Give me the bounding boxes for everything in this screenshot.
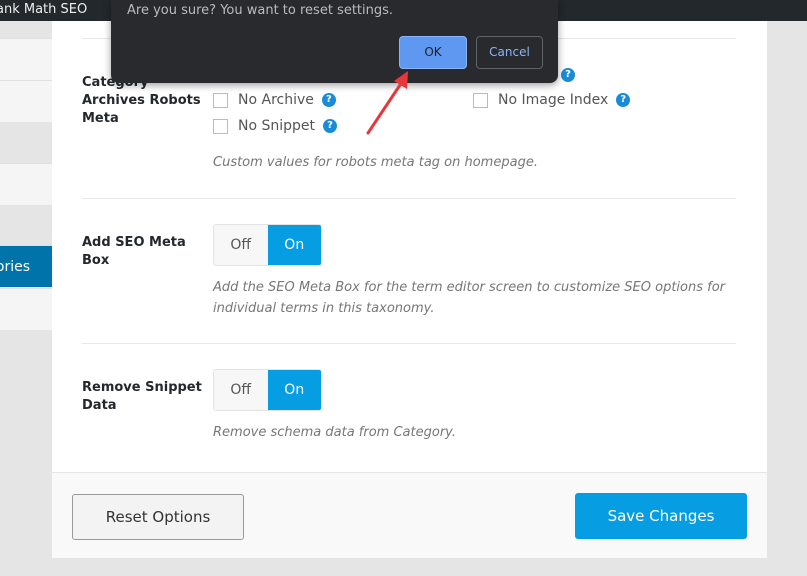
dialog-message: Are you sure? You want to reset settings… — [127, 3, 394, 18]
help-icon[interactable]: ? — [323, 119, 338, 133]
sidebar-item-categories[interactable]: ories — [0, 245, 52, 287]
cancel-button[interactable]: Cancel — [476, 36, 543, 69]
sidebar-item[interactable] — [0, 38, 52, 80]
toggle-on[interactable]: On — [267, 225, 321, 265]
toggle-on[interactable]: On — [267, 370, 321, 410]
snippet-label: Remove Snippet Data — [82, 380, 202, 413]
toggle-off[interactable]: Off — [214, 370, 268, 410]
toggle-off[interactable]: Off — [214, 225, 268, 265]
snippet-description: Remove schema data from Category. — [213, 425, 456, 440]
settings-sidebar: ories — [0, 21, 52, 576]
help-icon[interactable]: ? — [616, 93, 631, 107]
site-title[interactable]: ank Math SEO — [0, 0, 87, 20]
divider — [82, 198, 736, 199]
no-archive-checkbox[interactable]: No Archive? — [213, 92, 336, 108]
save-changes-button[interactable]: Save Changes — [575, 493, 747, 539]
meta-box-toggle[interactable]: Off On — [213, 224, 322, 266]
robots-description: Custom values for robots meta tag on hom… — [213, 155, 538, 170]
sidebar-item[interactable] — [0, 163, 52, 205]
sidebar-item[interactable] — [0, 80, 52, 122]
snippet-toggle[interactable]: Off On — [213, 369, 322, 411]
meta-box-label: Add SEO Meta Box — [82, 235, 186, 268]
confirm-dialog: Are you sure? You want to reset settings… — [111, 0, 558, 83]
red-arrow-annotation — [366, 71, 408, 135]
divider — [82, 343, 736, 344]
help-icon[interactable]: ? — [561, 68, 575, 82]
no-image-index-checkbox[interactable]: No Image Index? — [473, 92, 631, 108]
reset-options-button[interactable]: Reset Options — [72, 494, 244, 540]
meta-box-description: Add the SEO Meta Box for the term editor… — [213, 280, 726, 316]
no-snippet-checkbox[interactable]: No Snippet? — [213, 118, 338, 134]
help-icon[interactable]: ? — [321, 93, 336, 107]
sidebar-item[interactable] — [0, 288, 52, 330]
